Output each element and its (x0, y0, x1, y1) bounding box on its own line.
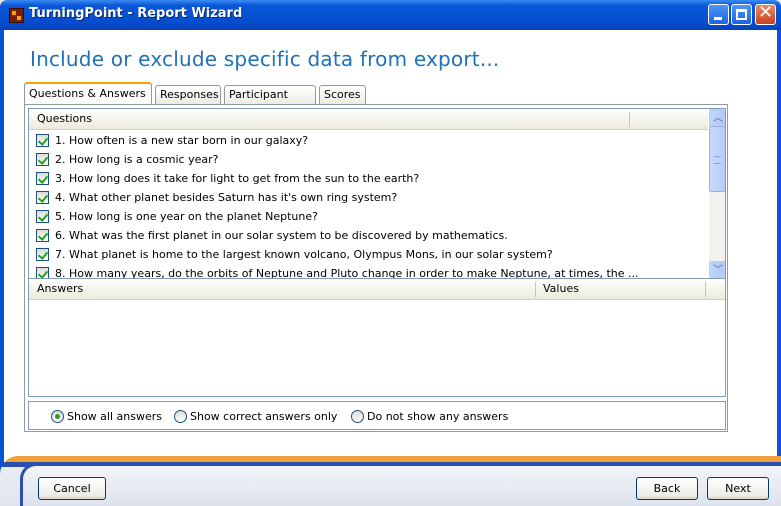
tab-questions-answers[interactable]: Questions & Answers (24, 82, 152, 104)
turningpoint-app-icon (9, 8, 24, 23)
questions-column-header[interactable]: Questions (37, 109, 92, 129)
radio-dot[interactable] (51, 410, 64, 423)
close-button[interactable]: ✕ (755, 2, 776, 25)
answers-list-header: Answers Values (29, 279, 725, 300)
question-checkbox[interactable] (36, 153, 49, 166)
question-checkbox[interactable] (36, 134, 49, 147)
minimize-button[interactable] (708, 4, 729, 25)
title-bar[interactable]: TurningPoint - Report Wizard ✕ (0, 0, 781, 30)
question-text: 7. What planet is home to the largest kn… (55, 248, 553, 261)
scrollbar-thumb[interactable] (709, 126, 725, 192)
question-text: 8. How many years, do the orbits of Nept… (55, 267, 639, 279)
chevron-down-icon: ﹀ (713, 265, 723, 276)
question-row[interactable]: 6. What was the first planet in our sola… (29, 226, 709, 245)
question-text: 3. How long does it take for light to ge… (55, 172, 420, 185)
question-row[interactable]: 3. How long does it take for light to ge… (29, 169, 709, 188)
tab-participant-info[interactable]: Participant Info (224, 85, 316, 118)
window-title: TurningPoint - Report Wizard (29, 6, 243, 21)
maximize-button[interactable] (731, 4, 752, 25)
question-row[interactable]: 4. What other planet besides Saturn has … (29, 188, 709, 207)
page-heading: Include or exclude specific data from ex… (30, 47, 500, 71)
minimize-icon (714, 17, 722, 20)
questions-list[interactable]: Questions 1. How often is a new star bor… (28, 108, 726, 279)
question-text: 1. How often is a new star born in our g… (55, 134, 309, 147)
tab-scores[interactable]: Scores (319, 85, 366, 104)
column-divider (535, 282, 536, 297)
questions-scrollbar[interactable]: ︿ ﹀ (708, 109, 725, 278)
radio-dot[interactable] (351, 410, 364, 423)
column-divider (705, 282, 706, 297)
question-row[interactable]: 8. How many years, do the orbits of Nept… (29, 264, 709, 279)
tab-responses[interactable]: Responses (155, 85, 221, 104)
question-checkbox[interactable] (36, 172, 49, 185)
question-text: 5. How long is one year on the planet Ne… (55, 210, 318, 223)
maximize-icon (736, 9, 747, 20)
question-text: 2. How long is a cosmic year? (55, 153, 219, 166)
questions-rows: 1. How often is a new star born in our g… (29, 131, 709, 279)
radio-label: Show correct answers only (190, 410, 338, 423)
back-button[interactable]: Back (636, 477, 698, 500)
question-row[interactable]: 7. What planet is home to the largest kn… (29, 245, 709, 264)
cancel-button[interactable]: Cancel (38, 477, 106, 500)
question-row[interactable]: 1. How often is a new star born in our g… (29, 131, 709, 150)
question-checkbox[interactable] (36, 191, 49, 204)
question-checkbox[interactable] (36, 210, 49, 223)
answers-list[interactable]: Answers Values (28, 279, 726, 397)
next-button[interactable]: Next (707, 477, 769, 500)
question-checkbox[interactable] (36, 229, 49, 242)
question-checkbox[interactable] (36, 267, 49, 278)
scroll-up-button[interactable]: ︿ (709, 109, 725, 126)
answers-column-header[interactable]: Answers (37, 279, 83, 299)
close-icon: ✕ (758, 2, 774, 23)
question-text: 4. What other planet besides Saturn has … (55, 191, 398, 204)
questions-answers-panel: Questions 1. How often is a new star bor… (24, 104, 728, 432)
questions-list-header: Questions (29, 109, 709, 130)
column-divider (629, 112, 630, 127)
question-checkbox[interactable] (36, 248, 49, 261)
radio-label: Show all answers (67, 410, 162, 423)
scroll-down-button[interactable]: ﹀ (709, 261, 725, 278)
radio-dot[interactable] (174, 410, 187, 423)
question-text: 6. What was the first planet in our sola… (55, 229, 508, 242)
window-frame-right (777, 30, 781, 506)
radio-label: Do not show any answers (367, 410, 509, 423)
values-column-header[interactable]: Values (543, 279, 579, 299)
question-row[interactable]: 5. How long is one year on the planet Ne… (29, 207, 709, 226)
question-row[interactable]: 2. How long is a cosmic year? (29, 150, 709, 169)
report-wizard-window: TurningPoint - Report Wizard ✕ Include o… (0, 0, 781, 506)
chevron-up-icon: ︿ (713, 113, 723, 124)
answer-filter-group: Show all answers Show correct answers on… (28, 401, 726, 430)
